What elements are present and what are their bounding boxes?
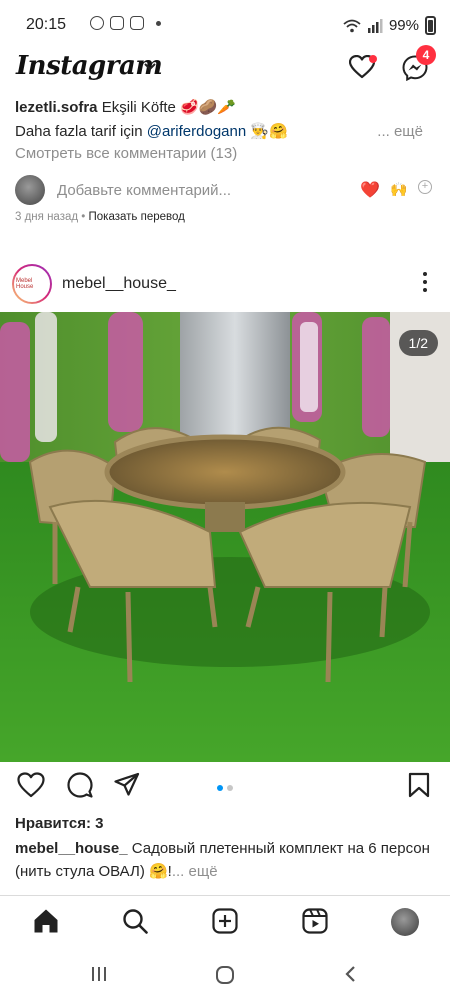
more-notifications-dot-icon bbox=[156, 20, 161, 26]
profile-avatar[interactable] bbox=[391, 908, 419, 936]
status-bar: 20:15 99% bbox=[0, 0, 450, 50]
post-actions bbox=[0, 768, 450, 808]
previous-post-caption: lezetli.sofra Ekşili Köfte 🥩🥔🥕 Daha fazl… bbox=[15, 96, 435, 144]
carousel-dots bbox=[217, 785, 233, 791]
comment-icon[interactable] bbox=[67, 772, 93, 798]
previous-post-emoji: 👨‍🍳🤗 bbox=[250, 123, 288, 140]
wifi-icon bbox=[343, 19, 361, 32]
home-icon[interactable] bbox=[33, 908, 59, 934]
quick-emoji-heart[interactable]: ❤️ bbox=[360, 180, 380, 200]
back-icon[interactable] bbox=[343, 965, 357, 983]
photo-counter: 1/2 bbox=[398, 330, 438, 356]
instagram-notification-icon bbox=[130, 16, 144, 30]
bookmark-icon[interactable] bbox=[408, 772, 430, 798]
battery-percent: 99% bbox=[388, 17, 419, 34]
caption-line-1: lezetli.sofra Ekşili Köfte 🥩🥔🥕 bbox=[15, 96, 435, 120]
post-avatar[interactable]: Mebel House bbox=[12, 264, 52, 304]
post-header: Mebel House mebel__house_ bbox=[0, 262, 450, 308]
signal-icon bbox=[367, 18, 383, 33]
time-ago: 3 дня назад bbox=[15, 211, 79, 223]
meta-separator: • bbox=[81, 211, 86, 223]
caption-username[interactable]: mebel__house_ bbox=[15, 840, 128, 857]
search-icon[interactable] bbox=[122, 908, 148, 934]
status-notification-icons bbox=[90, 16, 161, 30]
post-caption: mebel__house_ Садовый плетенный комплект… bbox=[15, 837, 435, 883]
bottom-navigation bbox=[0, 895, 450, 949]
rattan-furniture-photo bbox=[0, 312, 450, 762]
create-icon[interactable] bbox=[212, 908, 238, 934]
top-app-bar: Instagram 4 bbox=[0, 45, 450, 90]
add-comment-input[interactable]: Добавьте комментарий... bbox=[57, 182, 231, 199]
previous-post-text: Ekşili Köfte 🥩🥔🥕 bbox=[101, 99, 237, 116]
share-icon[interactable] bbox=[114, 772, 140, 798]
likes-count[interactable]: Нравится: 3 bbox=[15, 815, 104, 832]
mention-link[interactable]: @ariferdogann bbox=[147, 123, 246, 140]
system-navigation-bar bbox=[0, 950, 450, 1000]
add-emoji-icon[interactable]: + bbox=[418, 180, 432, 194]
plus-circle-icon bbox=[90, 16, 104, 30]
add-comment-row: Добавьте комментарий... ❤️ 🙌 + bbox=[0, 173, 450, 209]
status-time: 20:15 bbox=[26, 16, 67, 33]
battery-icon bbox=[425, 16, 436, 35]
more-options-icon[interactable] bbox=[423, 272, 427, 292]
recent-apps-icon[interactable] bbox=[90, 965, 108, 983]
reels-icon[interactable] bbox=[302, 908, 328, 934]
messages-badge: 4 bbox=[416, 45, 436, 65]
translate-link[interactable]: Показать перевод bbox=[89, 211, 185, 223]
caption-more-link[interactable]: ... ещё bbox=[172, 863, 218, 880]
quick-emoji-hands[interactable]: 🙌 bbox=[390, 181, 407, 198]
post-meta: 3 дня назад • Показать перевод bbox=[15, 211, 185, 223]
caption-line-2: Daha fazla tarif için @ariferdogann 👨‍🍳🤗 bbox=[15, 120, 435, 144]
activity-notification-dot bbox=[369, 55, 377, 63]
view-all-comments-link[interactable]: Смотреть все комментарии (13) bbox=[15, 145, 237, 162]
home-button-icon[interactable] bbox=[215, 965, 235, 985]
heart-icon[interactable] bbox=[17, 772, 45, 798]
avatar bbox=[15, 175, 45, 205]
previous-post-username[interactable]: lezetli.sofra bbox=[15, 99, 98, 116]
status-right: 99% bbox=[343, 16, 436, 35]
instagram-logo[interactable]: Instagram bbox=[16, 51, 163, 81]
previous-post-text-2: Daha fazla tarif için bbox=[15, 123, 143, 140]
post-photo[interactable]: 1/2 bbox=[0, 312, 450, 762]
chevron-down-icon[interactable] bbox=[144, 63, 156, 71]
more-link[interactable]: ... ещё bbox=[377, 120, 423, 144]
youtube-icon bbox=[110, 16, 124, 30]
post-username[interactable]: mebel__house_ bbox=[62, 275, 176, 293]
avatar-logo: Mebel House bbox=[14, 266, 50, 302]
